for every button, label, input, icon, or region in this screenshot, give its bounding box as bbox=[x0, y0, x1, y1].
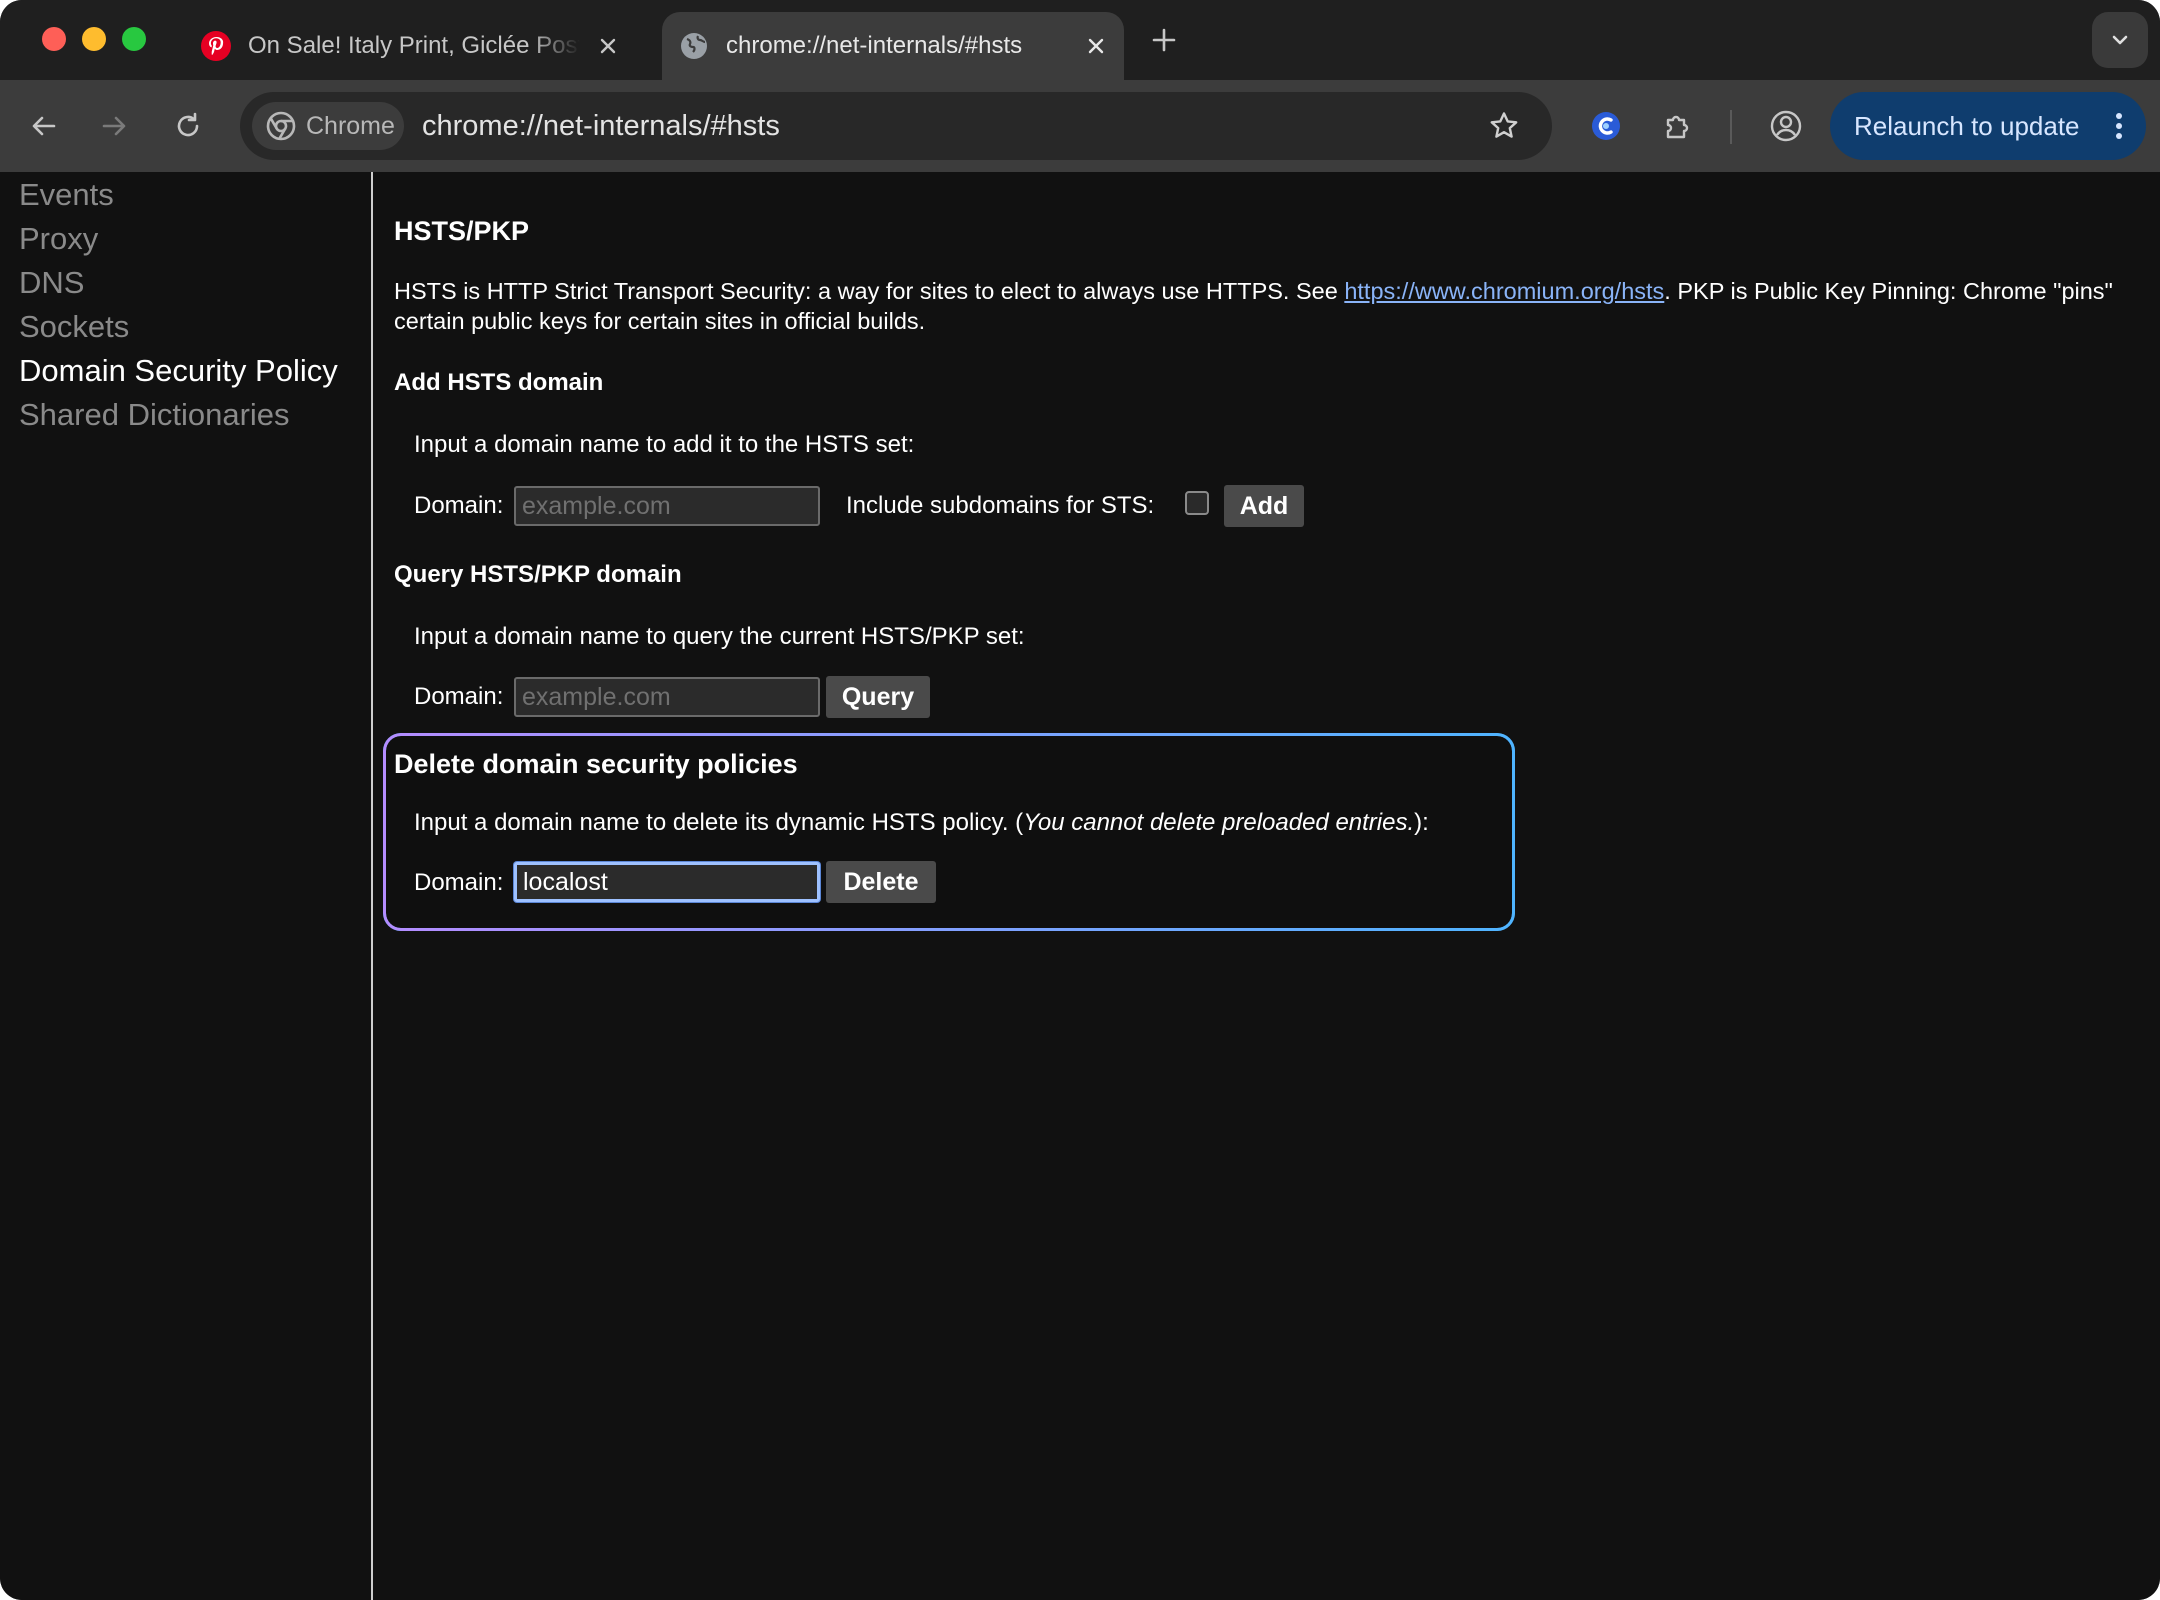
intro-paragraph: HSTS is HTTP Strict Transport Security: … bbox=[394, 276, 2134, 336]
query-hsts-description: Input a domain name to query the current… bbox=[414, 623, 1025, 650]
tab-title: On Sale! Italy Print, Giclée Poster bbox=[248, 32, 580, 59]
site-info-chip[interactable]: Chrome bbox=[252, 102, 404, 150]
delete-policies-description: Input a domain name to delete its dynami… bbox=[414, 809, 1429, 837]
sidebar-item-events[interactable]: Events bbox=[19, 177, 114, 213]
extension-button[interactable] bbox=[1584, 104, 1628, 148]
toolbar-divider bbox=[1730, 110, 1732, 144]
tab-strip: On Sale! Italy Print, Giclée Poster chro… bbox=[0, 0, 2160, 80]
star-icon bbox=[1490, 112, 1518, 138]
extension-logo-icon bbox=[1592, 112, 1620, 140]
toolbar: Chrome chrome://net-internals/#hsts Rela… bbox=[0, 80, 2160, 172]
relaunch-to-update-button[interactable]: Relaunch to update bbox=[1830, 92, 2146, 160]
reload-button[interactable] bbox=[166, 104, 210, 148]
delete-button[interactable]: Delete bbox=[826, 861, 936, 903]
new-tab-button[interactable] bbox=[1146, 22, 1182, 58]
more-vert-icon[interactable] bbox=[2104, 106, 2134, 146]
profile-button[interactable] bbox=[1764, 104, 1808, 148]
tab-search-button[interactable] bbox=[2092, 12, 2148, 68]
sidebar-item-domain-security-policy[interactable]: Domain Security Policy bbox=[19, 353, 338, 389]
close-tab-icon[interactable] bbox=[590, 28, 626, 64]
page-content: Events Proxy DNS Sockets Domain Security… bbox=[0, 172, 2160, 1600]
bookmark-star-button[interactable] bbox=[1484, 106, 1524, 146]
query-domain-input[interactable] bbox=[514, 677, 820, 717]
sidebar-item-dns[interactable]: DNS bbox=[19, 265, 84, 301]
add-hsts-description: Input a domain name to add it to the HST… bbox=[414, 431, 915, 458]
delete-domain-label: Domain: bbox=[414, 869, 504, 896]
minimize-window-button[interactable] bbox=[82, 27, 106, 51]
extensions-menu-button[interactable] bbox=[1656, 104, 1700, 148]
tab-net-internals[interactable]: chrome://net-internals/#hsts bbox=[662, 12, 1124, 80]
tab-title: chrome://net-internals/#hsts bbox=[726, 32, 1023, 59]
arrow-right-icon bbox=[102, 116, 126, 136]
browser-window: On Sale! Italy Print, Giclée Poster chro… bbox=[0, 0, 2160, 1600]
account-circle-icon bbox=[1770, 110, 1802, 142]
include-subdomains-checkbox[interactable] bbox=[1185, 491, 1209, 515]
back-button[interactable] bbox=[22, 104, 66, 148]
forward-button[interactable] bbox=[92, 104, 136, 148]
url-text[interactable]: chrome://net-internals/#hsts bbox=[422, 92, 780, 160]
delete-domain-input[interactable] bbox=[514, 862, 820, 902]
address-bar[interactable]: Chrome chrome://net-internals/#hsts bbox=[240, 92, 1552, 160]
sidebar-item-proxy[interactable]: Proxy bbox=[19, 221, 98, 257]
chevron-down-icon bbox=[2112, 35, 2128, 45]
add-hsts-heading: Add HSTS domain bbox=[394, 369, 604, 396]
pinterest-icon bbox=[201, 31, 231, 61]
arrow-left-icon bbox=[32, 116, 56, 136]
add-domain-label: Domain: bbox=[414, 492, 504, 519]
tab-pinterest[interactable]: On Sale! Italy Print, Giclée Poster bbox=[196, 12, 636, 80]
delete-policies-heading: Delete domain security policies bbox=[394, 749, 798, 779]
query-hsts-heading: Query HSTS/PKP domain bbox=[394, 561, 682, 588]
chip-label: Chrome bbox=[306, 111, 395, 140]
hsts-panel: HSTS/PKP HSTS is HTTP Strict Transport S… bbox=[394, 172, 2160, 1600]
chrome-icon bbox=[266, 111, 296, 141]
delete-description-suffix: ): bbox=[1414, 809, 1429, 836]
include-subdomains-label: Include subdomains for STS: bbox=[846, 492, 1155, 519]
query-domain-label: Domain: bbox=[414, 683, 504, 710]
add-domain-input[interactable] bbox=[514, 486, 820, 526]
maximize-window-button[interactable] bbox=[122, 27, 146, 51]
reload-icon bbox=[177, 112, 199, 137]
plus-icon bbox=[1152, 28, 1176, 52]
query-button[interactable]: Query bbox=[826, 676, 930, 718]
delete-description-prefix: Input a domain name to delete its dynami… bbox=[414, 809, 1024, 836]
sidebar: Events Proxy DNS Sockets Domain Security… bbox=[0, 172, 373, 1600]
intro-text: HSTS is HTTP Strict Transport Security: … bbox=[394, 278, 1345, 304]
close-tab-icon[interactable] bbox=[1078, 28, 1114, 64]
preloaded-note: You cannot delete preloaded entries. bbox=[1023, 809, 1415, 836]
relaunch-label: Relaunch to update bbox=[1854, 110, 2080, 141]
page-title: HSTS/PKP bbox=[394, 216, 530, 246]
close-window-button[interactable] bbox=[42, 27, 66, 51]
add-button[interactable]: Add bbox=[1224, 485, 1304, 527]
globe-icon bbox=[681, 33, 707, 59]
sidebar-item-shared-dictionaries[interactable]: Shared Dictionaries bbox=[19, 397, 290, 433]
chromium-hsts-link[interactable]: https://www.chromium.org/hsts bbox=[1344, 278, 1664, 304]
sidebar-item-sockets[interactable]: Sockets bbox=[19, 309, 129, 345]
puzzle-icon bbox=[1666, 115, 1689, 139]
